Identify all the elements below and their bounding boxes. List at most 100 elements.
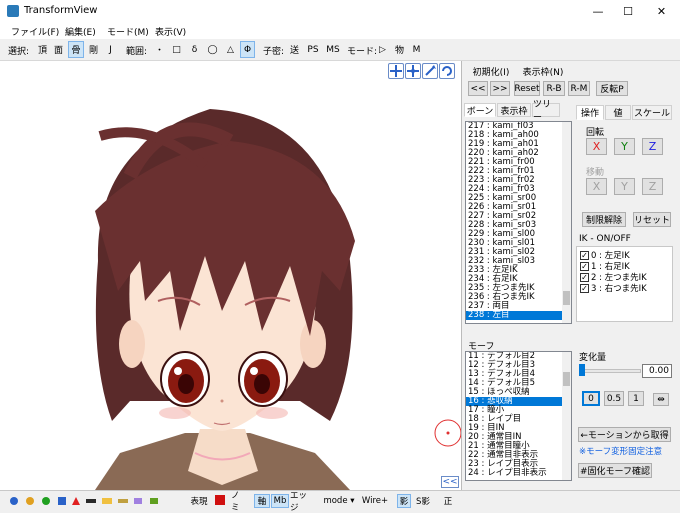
display-frame-button[interactable]: 表示枠(N) — [521, 64, 565, 79]
select-bone-button[interactable]: 骨 — [68, 41, 84, 58]
move-z-button[interactable]: Z — [642, 178, 663, 195]
right-panel: 初期化(I) 表示枠(N) << >> Reset R-B R-M 反転P ボー… — [463, 61, 680, 490]
range-rect-button[interactable]: □ — [170, 41, 183, 58]
status-front[interactable]: 正 — [442, 494, 454, 508]
step-0-button[interactable]: 0 — [582, 391, 600, 406]
menu-view[interactable]: 表示(V) — [155, 25, 186, 38]
initialize-button[interactable]: 初期化(I) — [469, 64, 513, 79]
minimize-button[interactable]: — — [583, 0, 613, 22]
select-joint-button[interactable]: J — [104, 41, 117, 58]
status-mb[interactable]: Mb — [271, 494, 289, 508]
menu-mode[interactable]: モード(M) — [107, 25, 149, 38]
move-x-button[interactable]: X — [586, 178, 607, 195]
ik-item[interactable]: ✓ 2 : 左つま先IK — [577, 271, 672, 283]
close-button[interactable]: ✕ — [643, 0, 680, 22]
range-lasso-button[interactable]: δ — [188, 41, 201, 58]
rotate-y-button[interactable]: Y — [614, 138, 635, 155]
rotate-icon[interactable] — [422, 63, 438, 79]
unlimit-button[interactable]: 制限解除 — [582, 212, 626, 227]
tab-value[interactable]: 値 — [605, 105, 631, 120]
collapse-panel-button[interactable]: << — [441, 476, 459, 488]
tab-display-frame[interactable]: 表示枠 — [497, 103, 531, 117]
menu-edit[interactable]: 編集(E) — [65, 25, 96, 38]
status-bar: 表現 ノミ 軸 Mb エッジ mode ▾ Wire+ 影 S影 正 — [0, 490, 680, 513]
select-rigid-button[interactable]: 剛 — [87, 41, 100, 58]
morph-list[interactable]: 11 : デフォル目2 12 : デフォル目3 13 : デフォル目4 14 : デフ… — [465, 351, 572, 481]
confirm-morph-button[interactable]: #固化モーフ確認 — [578, 463, 652, 478]
select-label: 選択: — [8, 47, 30, 57]
child-ms-button[interactable]: MS — [324, 41, 342, 58]
tab-tree[interactable]: ツリー — [532, 100, 560, 123]
child-ps-button[interactable]: PS — [305, 41, 321, 58]
move-icon[interactable] — [388, 63, 404, 79]
ik-item-label: 3 : 右つま先IK — [591, 284, 647, 294]
step-half-button[interactable]: 0.5 — [604, 391, 624, 406]
tab-operation[interactable]: 操作 — [576, 105, 604, 120]
move-all-icon[interactable] — [405, 63, 421, 79]
status-icons[interactable] — [8, 495, 178, 507]
step-1-button[interactable]: 1 — [628, 391, 644, 406]
range-circle-button[interactable]: ◯ — [206, 41, 219, 58]
status-shadow[interactable]: 影 — [397, 494, 411, 508]
checkbox-icon[interactable]: ✓ — [580, 251, 589, 260]
toolbar: 選択: 頂 面 骨 剛 J 範囲: ・ □ δ ◯ △ Φ 子密: 送 PS M… — [0, 39, 680, 97]
change-slider-thumb[interactable] — [579, 364, 585, 376]
range-label: 範囲: — [126, 47, 148, 57]
select-face-button[interactable]: 面 — [52, 41, 65, 58]
rotate-label: 回転 — [586, 128, 605, 138]
rm-button[interactable]: R-M — [568, 81, 590, 96]
rotate-x-button[interactable]: X — [586, 138, 607, 155]
morph-list-scrollbar[interactable] — [562, 352, 571, 480]
window-title: TransformView — [24, 5, 98, 16]
move-y-button[interactable]: Y — [614, 178, 635, 195]
morph-item[interactable]: 24 : レイプ目非表示 — [466, 469, 571, 478]
change-slider-track[interactable] — [579, 369, 641, 373]
swap-icon[interactable]: ⇹ — [653, 393, 669, 406]
range-triangle-button[interactable]: △ — [224, 41, 237, 58]
status-nomi[interactable]: ノミ — [231, 491, 247, 513]
tab-scale[interactable]: スケール — [632, 105, 672, 120]
status-expression[interactable]: 表現 — [189, 494, 209, 508]
reset-transform-button[interactable]: リセット — [633, 212, 671, 227]
mode-play-button[interactable]: ▷ — [376, 41, 389, 58]
rotate-z-button[interactable]: Z — [642, 138, 663, 155]
status-wire[interactable]: Wire+ — [360, 494, 390, 508]
select-vertex-button[interactable]: 頂 — [36, 41, 49, 58]
mode-dropdown[interactable]: mode ▾ — [320, 494, 358, 508]
color-swatch-icon[interactable] — [215, 495, 225, 505]
status-axis[interactable]: 軸 — [254, 494, 270, 508]
bone-list-scrollbar[interactable] — [562, 122, 571, 323]
ik-item[interactable]: ✓ 0 : 左足IK — [577, 249, 672, 261]
reset-button[interactable]: Reset — [514, 81, 540, 96]
child-label: 子密: — [263, 47, 285, 57]
range-point-button[interactable]: ・ — [153, 41, 166, 58]
maximize-button[interactable]: ☐ — [613, 0, 643, 22]
move-label: 移動 — [586, 168, 605, 178]
title-bar: TransformView — ☐ ✕ — [0, 0, 680, 22]
get-from-motion-button[interactable]: ←モーションから取得 — [578, 427, 671, 442]
3d-viewport[interactable]: << — [0, 61, 462, 490]
next-button[interactable]: >> — [490, 81, 510, 96]
tab-bone[interactable]: ボーン — [464, 103, 496, 117]
mode-physics-button[interactable]: 物 — [393, 41, 406, 58]
flip-p-button[interactable]: 反転P — [596, 81, 628, 96]
change-value-input[interactable]: 0.00 — [642, 364, 672, 378]
ik-label: IK - ON/OFF — [579, 234, 631, 244]
checkbox-icon[interactable]: ✓ — [580, 262, 589, 271]
rotate-all-icon[interactable] — [439, 63, 455, 79]
status-edge[interactable]: エッジ — [290, 491, 314, 513]
morph-fixed-note: ※モーフ変形固定注意 — [579, 447, 663, 457]
ik-item[interactable]: ✓ 3 : 右つま先IK — [577, 282, 672, 294]
bone-item[interactable]: 238 : 左目 — [466, 311, 571, 320]
checkbox-icon[interactable]: ✓ — [580, 284, 589, 293]
ik-item[interactable]: ✓ 1 : 右足IK — [577, 260, 672, 272]
menu-file[interactable]: ファイル(F) — [11, 25, 59, 38]
mode-m-button[interactable]: M — [410, 41, 423, 58]
range-phi-button[interactable]: Φ — [240, 41, 255, 58]
prev-button[interactable]: << — [468, 81, 488, 96]
bone-list[interactable]: 217 : kami_fl03 218 : kami_ah00 219 : kami… — [465, 121, 572, 324]
rb-button[interactable]: R-B — [543, 81, 565, 96]
checkbox-icon[interactable]: ✓ — [580, 273, 589, 282]
status-self-shadow[interactable]: S影 — [413, 494, 433, 508]
child-send-button[interactable]: 送 — [288, 41, 301, 58]
